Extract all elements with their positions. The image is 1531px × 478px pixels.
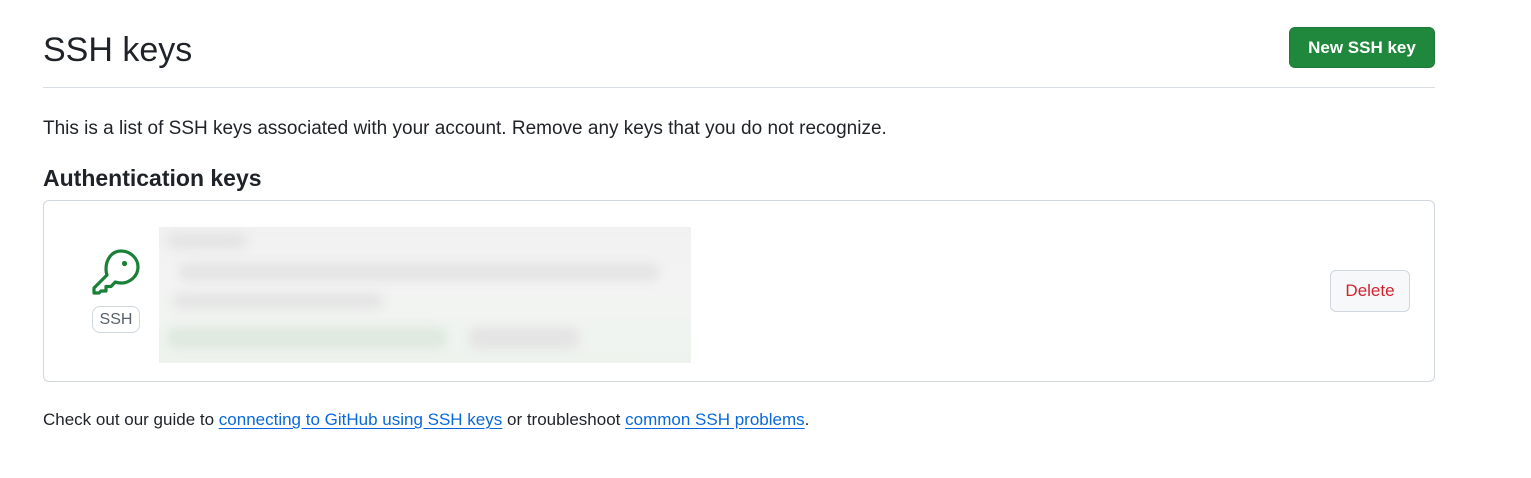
help-footer: Check out our guide to connecting to Git…: [43, 407, 809, 433]
ssh-key-list-item: SSH Delete: [43, 200, 1435, 382]
footer-prefix: Check out our guide to: [43, 410, 219, 429]
new-ssh-key-button[interactable]: New SSH key: [1289, 27, 1435, 68]
footer-middle: or troubleshoot: [502, 410, 626, 429]
key-icon: [92, 249, 140, 295]
ssh-type-label: SSH: [92, 306, 140, 333]
key-details-redacted: [159, 227, 691, 363]
ssh-guide-link[interactable]: connecting to GitHub using SSH keys: [219, 410, 502, 429]
delete-key-button[interactable]: Delete: [1330, 270, 1410, 312]
key-type-badge: SSH: [91, 247, 143, 337]
footer-suffix: .: [804, 410, 810, 429]
page-title: SSH keys: [43, 31, 193, 69]
ssh-troubleshoot-link[interactable]: common SSH problems: [625, 410, 805, 429]
page-header: SSH keys New SSH key: [43, 26, 1435, 88]
section-title-authentication-keys: Authentication keys: [43, 165, 262, 191]
page-description: This is a list of SSH keys associated wi…: [43, 118, 887, 139]
